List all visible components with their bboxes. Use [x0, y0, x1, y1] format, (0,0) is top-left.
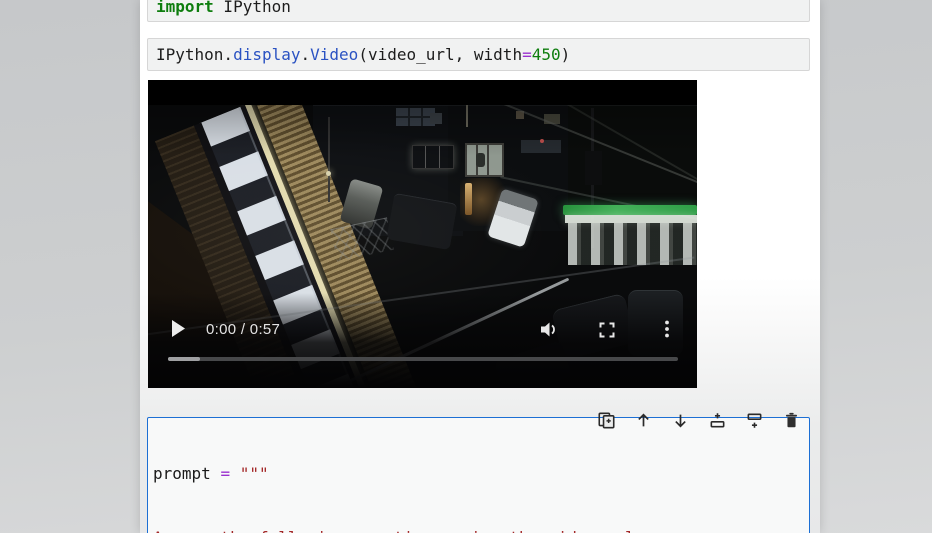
- volume-icon: [541, 322, 555, 337]
- move-cell-down-icon: [675, 414, 686, 428]
- video-controls: 0:00 / 0:57: [148, 80, 697, 388]
- code-token: .: [300, 45, 311, 64]
- number-token: 450: [531, 45, 561, 64]
- notebook-content-area: import IPython IPython.display.Video(vid…: [140, 0, 820, 533]
- fullscreen-button[interactable]: [599, 322, 615, 338]
- fullscreen-icon: [599, 322, 615, 338]
- code-line: IPython.display.Video(video_url, width=4…: [156, 45, 570, 64]
- video-player[interactable]: 0:00 / 0:57: [148, 80, 697, 388]
- play-button[interactable]: [172, 320, 186, 337]
- code-token: (video_url, width: [358, 45, 523, 64]
- operator-token: =: [522, 45, 532, 64]
- more-options-icon: [665, 320, 669, 338]
- code-line: prompt = """: [153, 463, 809, 484]
- insert-cell-below-button[interactable]: [746, 412, 763, 429]
- progress-bar[interactable]: [168, 357, 678, 361]
- code-cell-prompt[interactable]: prompt = """ Answer the following questi…: [147, 417, 810, 533]
- play-icon: [172, 320, 185, 337]
- move-cell-down-button[interactable]: [672, 412, 689, 429]
- time-display: 0:00 / 0:57: [206, 321, 281, 338]
- code-token: IPython.: [156, 45, 234, 64]
- code-cell-video-display[interactable]: IPython.display.Video(video_url, width=4…: [147, 38, 810, 71]
- delete-cell-icon: [785, 412, 798, 428]
- insert-cell-below-icon: [747, 413, 762, 428]
- code-token: IPython: [213, 0, 291, 16]
- duplicate-cell-button[interactable]: [598, 412, 615, 429]
- code-line: Answer the following questions using the…: [153, 527, 809, 533]
- screen: import IPython IPython.display.Video(vid…: [0, 0, 932, 533]
- more-options-button[interactable]: [664, 320, 670, 338]
- move-cell-up-button[interactable]: [635, 412, 652, 429]
- property-token: display: [233, 45, 301, 64]
- volume-button[interactable]: [540, 321, 559, 338]
- code-cell-import[interactable]: import IPython: [147, 0, 810, 22]
- operator-token: =: [220, 464, 231, 484]
- duplicate-cell-icon: [598, 412, 615, 429]
- code-token: ): [560, 45, 571, 64]
- delete-cell-button[interactable]: [783, 412, 800, 429]
- keyword-token: import: [156, 0, 214, 16]
- insert-cell-above-button[interactable]: [709, 412, 726, 429]
- progress-buffered: [168, 357, 200, 361]
- code-line: import IPython: [156, 0, 291, 16]
- cell-toolbar: [598, 412, 800, 429]
- code-token: prompt: [153, 464, 221, 484]
- property-token: Video: [310, 45, 359, 64]
- insert-cell-above-icon: [710, 413, 725, 428]
- move-cell-up-icon: [638, 413, 649, 427]
- string-token: """: [239, 464, 269, 484]
